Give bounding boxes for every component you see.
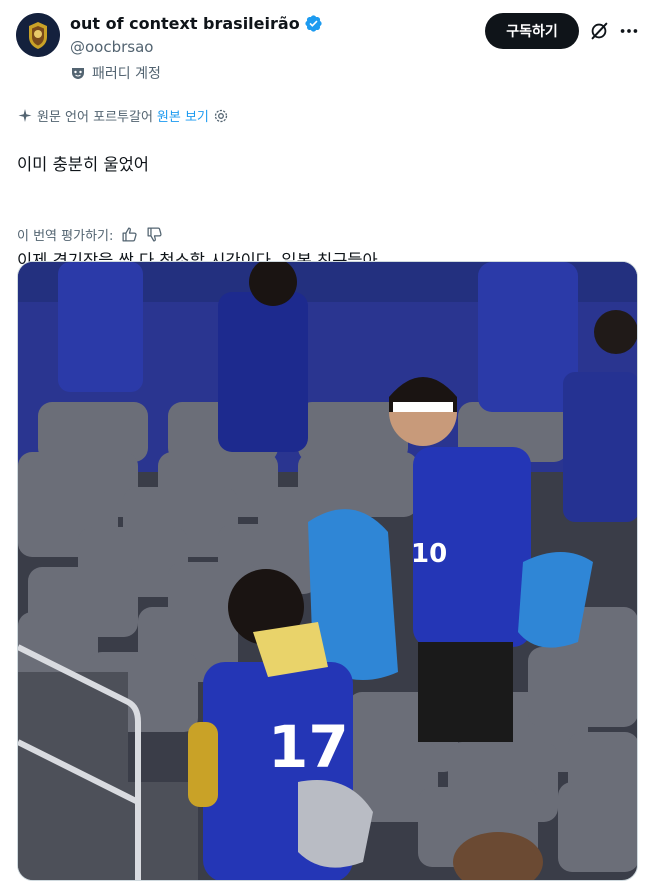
verified-badge-icon bbox=[305, 15, 322, 32]
mask-icon bbox=[72, 68, 84, 79]
translation-notice: 원문 언어 포르투갈어 원본 보기 bbox=[17, 106, 229, 125]
rate-translation: 이 번역 평가하기: bbox=[17, 225, 163, 244]
more-dots-icon[interactable] bbox=[618, 20, 640, 42]
thumbs-down-icon[interactable] bbox=[146, 226, 163, 243]
avatar[interactable] bbox=[16, 13, 60, 57]
gear-icon[interactable] bbox=[213, 108, 229, 124]
translation-source: 원문 언어 포르투갈어 bbox=[37, 110, 153, 125]
handle[interactable]: @oocbrsao bbox=[70, 38, 153, 56]
tweet-media-photo[interactable]: 10 17 bbox=[17, 261, 638, 881]
sparkle-icon bbox=[18, 108, 32, 122]
thumbs-up-icon[interactable] bbox=[121, 226, 138, 243]
jersey-number-back: 17 bbox=[268, 713, 349, 781]
team-crest-icon bbox=[16, 13, 60, 57]
jersey-number-front: 10 bbox=[411, 539, 447, 569]
tweet-line-1: 이미 충분히 울었어 bbox=[17, 155, 149, 174]
stadium-photo: 10 17 bbox=[18, 262, 637, 880]
grok-icon[interactable] bbox=[588, 20, 610, 42]
view-original-link[interactable]: 원본 보기 bbox=[157, 106, 209, 125]
display-name[interactable]: out of context brasileirão bbox=[70, 14, 300, 33]
parody-label-text: 패러디 계정 bbox=[92, 66, 161, 82]
parody-label: 패러디 계정 bbox=[70, 63, 161, 83]
subscribe-button[interactable]: 구독하기 bbox=[485, 13, 579, 49]
rate-label: 이 번역 평가하기: bbox=[17, 229, 114, 244]
